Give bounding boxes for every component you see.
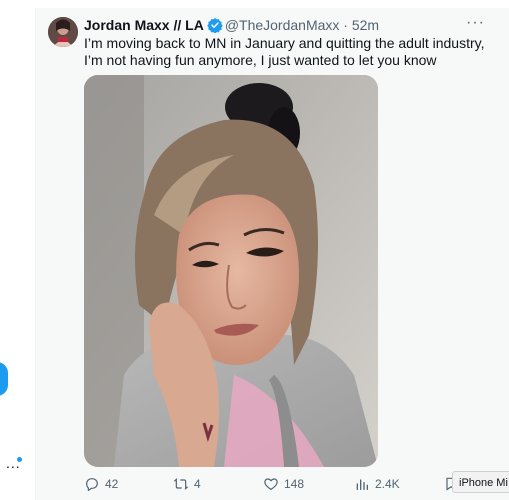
tweet-timestamp[interactable]: 52m bbox=[352, 17, 379, 33]
tweet-header: Jordan Maxx // LA @TheJordanMaxx · 52m bbox=[84, 16, 379, 37]
left-sidebar-strip bbox=[0, 0, 32, 500]
repost-icon bbox=[173, 476, 189, 492]
iphone-mirroring-tooltip: iPhone Mi bbox=[452, 471, 509, 493]
heart-icon bbox=[263, 476, 279, 492]
notification-dot bbox=[17, 457, 22, 462]
avatar[interactable] bbox=[48, 17, 78, 47]
separator-dot: · bbox=[343, 17, 348, 33]
tweet-text: I’m moving back to MN in January and qui… bbox=[84, 35, 485, 68]
reply-button[interactable]: 42 bbox=[84, 476, 118, 492]
tweet-actions: 42 4 148 2.4K bbox=[84, 476, 494, 494]
views-button[interactable]: 2.4K bbox=[354, 476, 400, 492]
verified-badge-icon bbox=[207, 17, 223, 37]
like-button[interactable]: 148 bbox=[263, 476, 304, 492]
repost-button[interactable]: 4 bbox=[173, 476, 201, 492]
reply-icon bbox=[84, 476, 100, 492]
author-name[interactable]: Jordan Maxx // LA bbox=[84, 17, 204, 33]
views-icon bbox=[354, 476, 370, 492]
more-options-button[interactable]: ··· bbox=[466, 14, 485, 32]
reply-count: 42 bbox=[105, 477, 119, 491]
author-handle[interactable]: @TheJordanMaxx bbox=[225, 17, 340, 33]
tweet-photo[interactable] bbox=[84, 75, 378, 467]
repost-count: 4 bbox=[194, 477, 201, 491]
views-count: 2.4K bbox=[375, 477, 400, 491]
like-count: 148 bbox=[284, 477, 305, 491]
